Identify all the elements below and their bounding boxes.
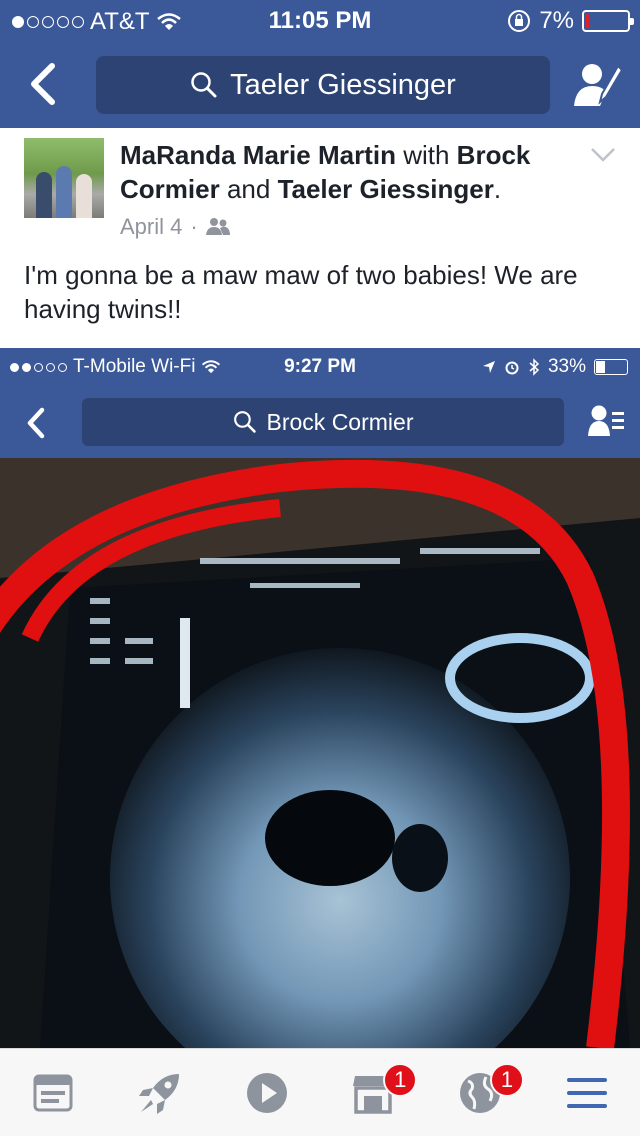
tab-news-feed[interactable] [23,1063,83,1123]
embedded-search-bar: Brock Cormier [82,398,564,446]
embedded-battery-icon [594,359,628,375]
author-name-link[interactable]: MaRanda Marie Martin [120,140,396,170]
embedded-profile-icon [588,405,624,436]
status-bar: AT&T 11:05 PM 7% [0,0,640,40]
menu-icon [566,1077,607,1108]
chevron-down-icon[interactable] [590,146,616,164]
bluetooth-icon [529,358,540,376]
news-feed-icon [33,1074,73,1111]
post-date[interactable]: April 4 [120,214,182,240]
alarm-icon [505,361,519,375]
meta-separator: · [190,214,198,239]
post-photo[interactable]: T-Mobile Wi-Fi 9:27 PM 33% Brock Cormier [0,348,640,1048]
post-text: I'm gonna be a maw maw of two babies! We… [24,260,578,324]
search-text: Taeler Giessinger [230,68,456,101]
search-bar[interactable]: Taeler Giessinger [96,56,550,114]
embedded-search-text: Brock Cormier [266,408,414,435]
embedded-back-icon [27,407,45,439]
with-text: with [403,140,450,170]
marketplace-badge: 1 [383,1062,418,1097]
tab-marketplace[interactable]: 1 [343,1062,418,1123]
post-meta: April 4 · [120,214,230,240]
back-button[interactable] [22,58,66,110]
author-avatar[interactable] [24,138,104,218]
embedded-search-icon [233,411,256,433]
rocket-icon [138,1073,179,1114]
and-text: and [226,174,271,204]
tab-bar: 1 1 [0,1048,640,1136]
embedded-status-bar: T-Mobile Wi-Fi 9:27 PM 33% [0,348,640,386]
post-author-line: MaRanda Marie Martin with Brock Cormier … [120,140,531,204]
post-card: MaRanda Marie Martin with Brock Cormier … [0,128,640,348]
location-arrow-icon [482,361,495,373]
tab-rocket[interactable] [130,1063,190,1123]
tab-menu[interactable] [557,1063,617,1123]
embedded-battery-percent: 33% [547,356,586,377]
notifications-badge: 1 [489,1062,524,1097]
tagged-person-2[interactable]: Taeler Giessinger [278,174,494,204]
friend-settings-icon[interactable] [572,62,624,108]
search-icon [191,72,217,98]
nav-bar: Taeler Giessinger [0,40,640,128]
tab-video[interactable] [237,1063,297,1123]
tab-notifications[interactable]: 1 [450,1062,524,1123]
friends-icon [205,218,230,235]
ultrasound-image [0,458,640,1048]
video-play-icon [246,1072,287,1113]
battery-percent: 7% [539,7,574,34]
embedded-nav-bar: Brock Cormier [0,386,640,458]
rotation-lock-icon [508,10,531,32]
battery-icon [582,10,634,32]
